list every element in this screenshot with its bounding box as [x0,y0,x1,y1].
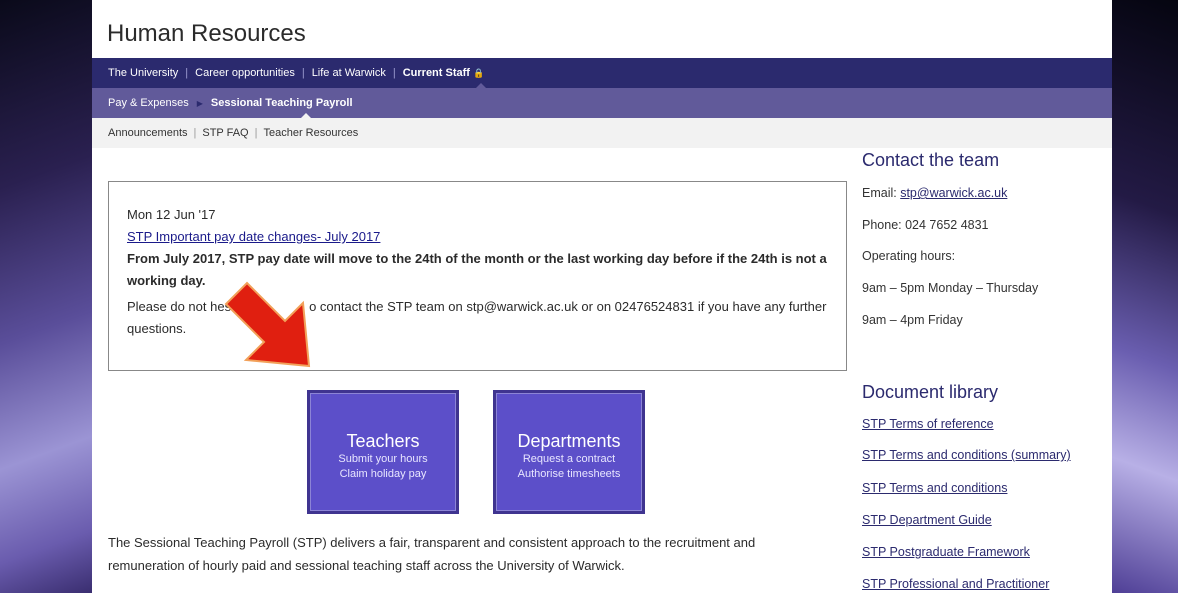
operating-hours-weekdays: 9am – 5pm Monday – Thursday [862,281,1039,295]
breadcrumb-arrow-icon: ▶ [196,98,203,108]
teachers-title: Teachers [346,431,420,451]
section-teacher-resources[interactable]: Teacher Resources [263,127,358,139]
announcement-body-start: Please do not hes [127,299,232,314]
doc-link-terms-and-conditions[interactable]: STP Terms and conditions [862,481,1007,495]
departments-request-contract: Request a contract [522,453,616,465]
departments-tile[interactable]: Departments Request a contract Authorise… [493,390,645,514]
operating-hours-label: Operating hours: [862,249,956,263]
sub-navigation: Pay & Expenses ▶ Sessional Teaching Payr… [92,88,1112,119]
nav-separator: | [185,67,189,79]
announcement-date: Mon 12 Jun '17 [127,207,216,222]
subnav-pay-expenses[interactable]: Pay & Expenses [108,97,189,109]
intro-paragraph: The Sessional Teaching Payroll (STP) del… [108,535,756,573]
doc-link-terms-of-reference[interactable]: STP Terms of reference [862,417,994,431]
section-navigation: Announcements | STP FAQ | Teacher Resour… [92,118,1112,148]
nav-life-at-warwick[interactable]: Life at Warwick [312,67,386,79]
announcement-link[interactable]: STP Important pay date changes- July 201… [127,229,380,244]
nav-separator: | [301,67,305,79]
contact-email-line: Email: stp@warwick.ac.uk [862,186,1007,200]
subnav-sessional-teaching-payroll[interactable]: Sessional Teaching Payroll [211,97,353,109]
nav-separator: | [392,67,396,79]
doc-link-postgraduate-framework[interactable]: STP Postgraduate Framework [862,545,1030,559]
lock-icon: 🔒 [472,67,485,78]
contact-phone: Phone: 024 7652 4831 [862,218,989,232]
section-stp-faq[interactable]: STP FAQ [202,127,248,139]
teachers-submit-hours: Submit your hours [338,453,428,465]
nav-the-university[interactable]: The University [108,67,178,79]
top-navigation: The University | Career opportunities | … [92,58,1112,89]
departments-title: Departments [517,431,621,451]
teachers-tile[interactable]: Teachers Submit your hours Claim holiday… [307,390,459,514]
nav-career-opportunities[interactable]: Career opportunities [195,67,295,79]
email-label: Email: [862,186,901,200]
doc-link-professional-practitioner[interactable]: STP Professional and Practitioner [862,577,1049,591]
section-announcements[interactable]: Announcements [108,127,188,139]
nav-separator: | [254,127,258,139]
departments-authorise-timesheets: Authorise timesheets [517,468,621,480]
doc-link-department-guide[interactable]: STP Department Guide [862,513,992,527]
site-title[interactable]: Human Resources [107,20,306,48]
contact-heading: Contact the team [862,150,1000,170]
doc-link-terms-summary[interactable]: STP Terms and conditions (summary) [862,448,1071,462]
page: Human Resources The University | Career … [92,0,1112,593]
email-link[interactable]: stp@warwick.ac.uk [900,186,1007,200]
background-right [1112,0,1178,593]
nav-current-staff[interactable]: Current Staff [403,67,470,79]
background-left [0,0,92,593]
document-library-heading: Document library [862,382,999,402]
operating-hours-friday: 9am – 4pm Friday [862,313,963,327]
teachers-claim-holiday: Claim holiday pay [339,468,427,480]
nav-separator: | [193,127,197,139]
red-arrow-icon [224,281,311,368]
